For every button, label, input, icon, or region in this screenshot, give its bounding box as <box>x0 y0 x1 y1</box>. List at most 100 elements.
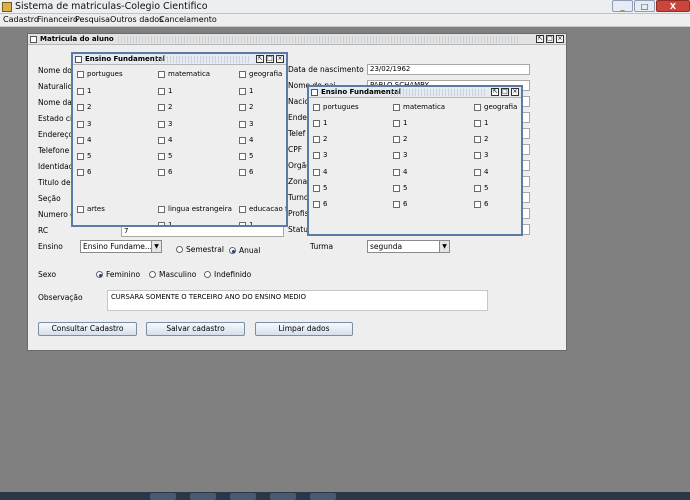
label-secao: Seção <box>38 194 61 203</box>
taskbar-app-button[interactable] <box>310 493 336 500</box>
label-nacionalidade: Nacio <box>288 97 310 106</box>
label-telefone: Telefone <box>38 146 70 155</box>
checkbox-portugues-3[interactable]: 3 <box>313 151 327 159</box>
checkbox-geografia-2[interactable]: 2 <box>474 135 488 143</box>
taskbar-app-button[interactable] <box>150 493 176 500</box>
checkbox-matematica-2[interactable]: 2 <box>393 135 407 143</box>
checkbox-geografia-5[interactable]: 5 <box>239 152 253 160</box>
label-identidade: Identidad <box>38 162 74 171</box>
observacao-textarea[interactable]: CURSARA SOMENTE O TERCEIRO ANO DO ENSINO… <box>107 290 488 311</box>
checkbox-geografia-4[interactable]: 4 <box>239 136 253 144</box>
ensino1-title-bar[interactable]: Ensino Fundamental ⇱ □ × <box>73 54 286 65</box>
close-frame-button[interactable]: × <box>511 88 519 96</box>
checkbox-portugues-2[interactable]: 2 <box>77 103 91 111</box>
maximize-frame-button[interactable]: □ <box>266 55 274 63</box>
menu-outros-dados[interactable]: Outros dados <box>110 15 163 24</box>
checkbox-geografia-5[interactable]: 5 <box>474 184 488 192</box>
checkbox-geografia-3[interactable]: 3 <box>474 151 488 159</box>
radio-feminino[interactable]: Feminino <box>96 270 140 279</box>
checkbox-portugues-2[interactable]: 2 <box>313 135 327 143</box>
ensino2-title-bar[interactable]: Ensino Fundamental ⇱ □ × <box>309 87 521 98</box>
label-titulo: Titulo de <box>38 178 71 187</box>
minimize-button[interactable]: _ <box>612 0 633 12</box>
checkbox-matematica-4[interactable]: 4 <box>158 136 172 144</box>
radio-semestral[interactable]: Semestral <box>176 245 224 254</box>
checkbox-matematica-3[interactable]: 3 <box>393 151 407 159</box>
close-frame-button[interactable]: × <box>556 35 564 43</box>
checkbox-geografia-3[interactable]: 3 <box>239 120 253 128</box>
maximize-frame-button[interactable]: □ <box>501 88 509 96</box>
data-nascimento-field[interactable]: 23/02/1962 <box>367 64 530 75</box>
checkbox-portugues[interactable]: portugues <box>77 70 123 78</box>
label-zona: Zona <box>288 177 308 186</box>
ensino-select-value: Ensino Fundame... <box>83 242 153 251</box>
checkbox-matematica-1[interactable]: 1 <box>393 119 407 127</box>
checkbox-portugues-6[interactable]: 6 <box>313 200 327 208</box>
label-status: Statu <box>288 225 308 234</box>
checkbox-matematica-6[interactable]: 6 <box>393 200 407 208</box>
checkbox-educacao-fisica[interactable]: educacao fis <box>239 205 286 213</box>
checkbox-portugues-6[interactable]: 6 <box>77 168 91 176</box>
checkbox-portugues-3[interactable]: 3 <box>77 120 91 128</box>
checkbox-portugues-5[interactable]: 5 <box>313 184 327 192</box>
rc-field[interactable]: 7 <box>121 226 284 237</box>
checkbox-portugues-4[interactable]: 4 <box>77 136 91 144</box>
checkbox-geografia-6[interactable]: 6 <box>239 168 253 176</box>
matricula-frame-title-bar[interactable]: Matricula do aluno ⇱ □ × <box>28 34 566 45</box>
iconify-button[interactable]: ⇱ <box>491 88 499 96</box>
minimize-icon: _ <box>620 2 625 11</box>
taskbar-app-button[interactable] <box>190 493 216 500</box>
menu-cadastro[interactable]: Cadastro <box>3 15 39 24</box>
maximize-button[interactable]: □ <box>634 0 655 12</box>
checkbox-portugues[interactable]: portugues <box>313 103 359 111</box>
taskbar-app-button[interactable] <box>230 493 256 500</box>
window-title-bar: Sistema de matriculas-Colegio Cientifico… <box>0 0 690 14</box>
checkbox-geografia[interactable]: geografia <box>239 70 282 78</box>
menu-financeiro[interactable]: Financeiro <box>37 15 78 24</box>
iconify-button[interactable]: ⇱ <box>256 55 264 63</box>
checkbox-matematica-2[interactable]: 2 <box>158 103 172 111</box>
checkbox-educacao-fisica-1[interactable]: 1 <box>239 221 253 225</box>
checkbox-matematica[interactable]: matematica <box>393 103 445 111</box>
checkbox-artes[interactable]: artes <box>77 205 105 213</box>
checkbox-matematica-1[interactable]: 1 <box>158 87 172 95</box>
checkbox-portugues-4[interactable]: 4 <box>313 168 327 176</box>
checkbox-geografia-4[interactable]: 4 <box>474 168 488 176</box>
radio-masculino[interactable]: Masculino <box>149 270 196 279</box>
label-numero: Numero d <box>38 210 75 219</box>
checkbox-portugues-1[interactable]: 1 <box>313 119 327 127</box>
checkbox-geografia-1[interactable]: 1 <box>474 119 488 127</box>
iconify-button[interactable]: ⇱ <box>536 35 544 43</box>
checkbox-matematica-4[interactable]: 4 <box>393 168 407 176</box>
chevron-down-icon: ▼ <box>439 241 449 252</box>
close-button[interactable]: X <box>656 0 690 12</box>
checkbox-portugues-1[interactable]: 1 <box>77 87 91 95</box>
checkbox-geografia-1[interactable]: 1 <box>239 87 253 95</box>
checkbox-matematica-3[interactable]: 3 <box>158 120 172 128</box>
close-frame-button[interactable]: × <box>276 55 284 63</box>
limpar-dados-button[interactable]: Limpar dados <box>255 322 353 336</box>
checkbox-geografia[interactable]: geografia <box>474 103 517 111</box>
consultar-cadastro-button[interactable]: Consultar Cadastro <box>38 322 137 336</box>
checkbox-geografia-2[interactable]: 2 <box>239 103 253 111</box>
checkbox-matematica-5[interactable]: 5 <box>393 184 407 192</box>
checkbox-lingua-estrangeira-1[interactable]: 1 <box>158 221 172 225</box>
checkbox-portugues-5[interactable]: 5 <box>77 152 91 160</box>
salvar-cadastro-button[interactable]: Salvar cadastro <box>146 322 245 336</box>
menu-pesquisa[interactable]: Pesquisa <box>75 15 110 24</box>
radio-indefinido[interactable]: Indefinido <box>204 270 251 279</box>
taskbar-app-button[interactable] <box>270 493 296 500</box>
turma-select[interactable]: segunda ▼ <box>367 240 450 253</box>
checkbox-lingua-estrangeira[interactable]: lingua estrangeira <box>158 205 232 213</box>
checkbox-geografia-6[interactable]: 6 <box>474 200 488 208</box>
title-grip <box>155 56 250 63</box>
menu-cancelamento[interactable]: Cancelamento <box>159 15 217 24</box>
radio-anual[interactable]: Anual <box>229 246 260 255</box>
label-observacao: Observação <box>38 293 83 302</box>
ensino-select[interactable]: Ensino Fundame... ▼ <box>80 240 162 253</box>
maximize-frame-button[interactable]: □ <box>546 35 554 43</box>
label-sexo: Sexo <box>38 270 57 279</box>
checkbox-matematica-5[interactable]: 5 <box>158 152 172 160</box>
checkbox-matematica[interactable]: matematica <box>158 70 210 78</box>
checkbox-matematica-6[interactable]: 6 <box>158 168 172 176</box>
